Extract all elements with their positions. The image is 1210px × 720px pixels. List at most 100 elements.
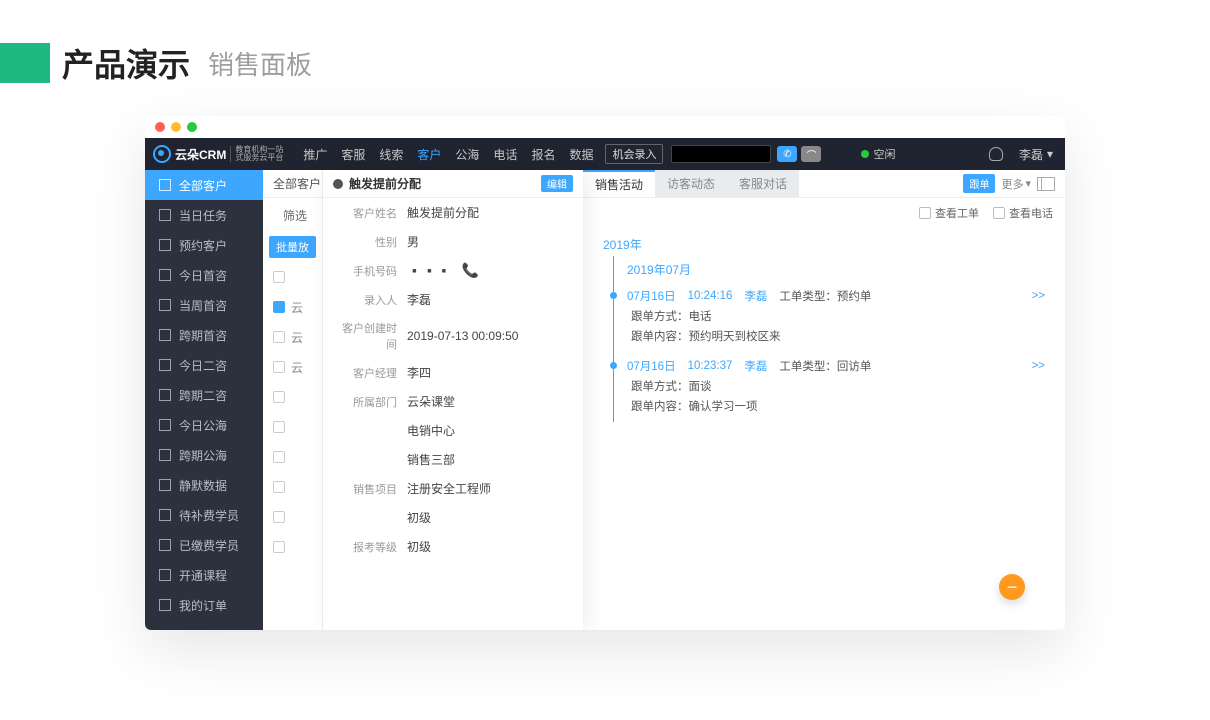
batch-release-button[interactable]: 批量放 [269, 236, 316, 258]
checkbox[interactable] [273, 271, 285, 283]
menu-icon [159, 599, 171, 611]
checkbox[interactable] [273, 481, 285, 493]
view-phone-checkbox[interactable]: 查看电话 [993, 205, 1053, 221]
field-value: 销售三部 [407, 451, 455, 468]
current-user[interactable]: 李磊 ▾ [1019, 146, 1053, 163]
field-value: ▪️▪️▪️📞 [407, 262, 479, 279]
nav-item-报名[interactable]: 报名 [531, 146, 555, 163]
sidebar-item-我的订单[interactable]: 我的订单 [145, 590, 263, 620]
sidebar-item-今日公海[interactable]: 今日公海 [145, 410, 263, 440]
checkbox[interactable] [273, 511, 285, 523]
menu-icon [159, 269, 171, 281]
menu-icon [159, 299, 171, 311]
search-input[interactable] [671, 145, 771, 163]
sidebar-item-当日任务[interactable]: 当日任务 [145, 200, 263, 230]
table-row[interactable]: 云 [263, 292, 322, 322]
close-dot[interactable] [155, 122, 165, 132]
bell-icon[interactable] [989, 147, 1003, 161]
table-row[interactable] [263, 412, 322, 442]
filter-label[interactable]: 筛选 [263, 198, 322, 232]
menu-icon [159, 209, 171, 221]
sidebar-item-当周首咨[interactable]: 当周首咨 [145, 290, 263, 320]
sidebar-item-已缴费学员[interactable]: 已缴费学员 [145, 530, 263, 560]
tab-销售活动[interactable]: 销售活动 [583, 170, 655, 197]
tab-客服对话[interactable]: 客服对话 [727, 170, 799, 197]
nav-item-公海[interactable]: 公海 [455, 146, 479, 163]
checkbox[interactable] [273, 361, 285, 373]
sidebar-item-静默数据[interactable]: 静默数据 [145, 470, 263, 500]
menu-icon [159, 479, 171, 491]
minimize-dot[interactable] [171, 122, 181, 132]
table-row[interactable] [263, 472, 322, 502]
sidebar-item-跨期二咨[interactable]: 跨期二咨 [145, 380, 263, 410]
sidebar-item-待补费学员[interactable]: 待补费学员 [145, 500, 263, 530]
nav-item-线索[interactable]: 线索 [379, 146, 403, 163]
page-title: 产品演示 [62, 40, 190, 86]
logo-icon [153, 145, 171, 163]
field-label: 客户姓名 [333, 205, 397, 221]
entry-content: 跟单内容：确认学习一项 [631, 398, 1045, 414]
timeline-entry: 07月16日10:23:37李磊工单类型：回访单>>跟单方式：面谈跟单内容：确认… [627, 358, 1045, 414]
logo[interactable]: 云朵CRM 教育机构一站 式服务云平台 [145, 145, 291, 163]
field-label: 所属部门 [333, 394, 397, 410]
field-value: 注册安全工程师 [407, 480, 491, 497]
nav-item-推广[interactable]: 推广 [303, 146, 327, 163]
field-label: 客户经理 [333, 365, 397, 381]
list-header: 全部客户 [263, 170, 322, 198]
field-row: 销售项目注册安全工程师 [323, 474, 583, 503]
sidebar-item-今日首咨[interactable]: 今日首咨 [145, 260, 263, 290]
tab-访客动态[interactable]: 访客动态 [655, 170, 727, 197]
table-row[interactable] [263, 502, 322, 532]
sidebar-item-全部客户[interactable]: 全部客户 [145, 170, 263, 200]
timeline-panel: 销售活动访客动态客服对话 跟单 更多▾ 查看工单 查看电话 2019年 2019… [583, 170, 1065, 630]
field-row: 电销中心 [323, 416, 583, 445]
phone-icon[interactable]: 📞 [462, 262, 479, 279]
nav-item-客服[interactable]: 客服 [341, 146, 365, 163]
detail-title: 触发提前分配 [349, 175, 421, 192]
entry-date: 07月16日 [627, 358, 676, 374]
opportunity-entry-button[interactable]: 机会录入 [605, 144, 663, 164]
status-text: 空闲 [873, 146, 895, 162]
sidebar-item-开通课程[interactable]: 开通课程 [145, 560, 263, 590]
phone-hangup-button[interactable]: ⌒ [801, 146, 821, 162]
sidebar-item-今日二咨[interactable]: 今日二咨 [145, 350, 263, 380]
slide-header: 产品演示 销售面板 [0, 0, 1210, 116]
phone-pickup-button[interactable]: ✆ [777, 146, 797, 162]
field-value: 李磊 [407, 291, 431, 308]
zoom-dot[interactable] [187, 122, 197, 132]
follow-badge[interactable]: 跟单 [963, 174, 995, 193]
nav-item-客户[interactable]: 客户 [417, 146, 441, 163]
fab-minus-button[interactable]: − [999, 574, 1025, 600]
checkbox[interactable] [273, 301, 285, 313]
panel-toggle-icon[interactable] [1037, 177, 1055, 191]
sidebar-item-跨期公海[interactable]: 跨期公海 [145, 440, 263, 470]
sidebar-item-跨期首咨[interactable]: 跨期首咨 [145, 320, 263, 350]
logo-text: 云朵CRM [175, 146, 226, 163]
menu-icon [159, 239, 171, 251]
table-row[interactable] [263, 532, 322, 562]
more-menu[interactable]: 更多▾ [1001, 176, 1031, 192]
checkbox[interactable] [273, 331, 285, 343]
table-row[interactable]: 云 [263, 352, 322, 382]
entry-person: 李磊 [744, 358, 767, 374]
nav-item-电话[interactable]: 电话 [493, 146, 517, 163]
table-row[interactable] [263, 382, 322, 412]
window-controls [145, 116, 1065, 138]
checkbox[interactable] [273, 421, 285, 433]
checkbox[interactable] [273, 451, 285, 463]
entry-content: 跟单内容：预约明天到校区来 [631, 328, 1045, 344]
checkbox[interactable] [273, 391, 285, 403]
nav-item-数据[interactable]: 数据 [569, 146, 593, 163]
table-row[interactable] [263, 442, 322, 472]
field-value: 初级 [407, 509, 431, 526]
page-subtitle: 销售面板 [208, 45, 312, 82]
edit-button[interactable]: 编辑 [541, 175, 573, 192]
view-order-checkbox[interactable]: 查看工单 [919, 205, 979, 221]
sidebar-item-预约客户[interactable]: 预约客户 [145, 230, 263, 260]
entry-more-link[interactable]: >> [1032, 290, 1045, 302]
field-row: 客户经理李四 [323, 358, 583, 387]
table-row[interactable]: 云 [263, 322, 322, 352]
entry-more-link[interactable]: >> [1032, 360, 1045, 372]
chevron-down-icon: ▾ [1025, 177, 1031, 190]
checkbox[interactable] [273, 541, 285, 553]
